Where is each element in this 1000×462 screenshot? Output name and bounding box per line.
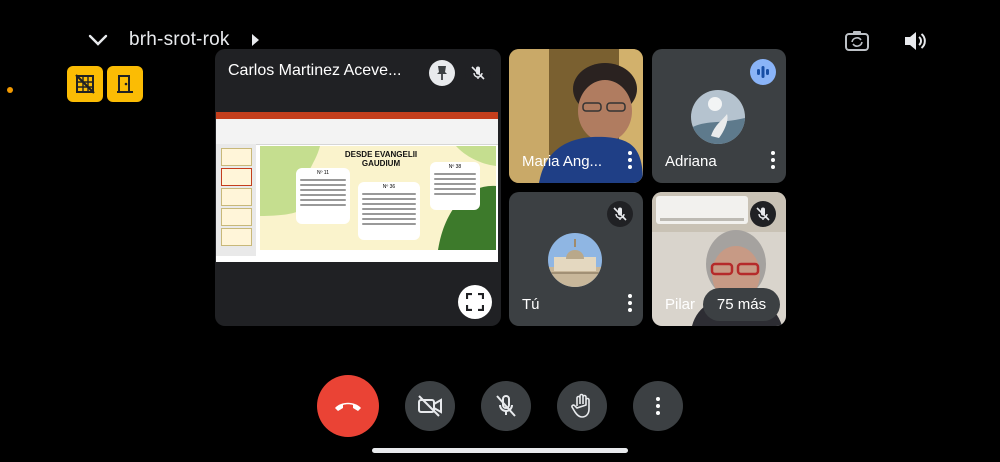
pin-button[interactable] xyxy=(429,60,455,86)
participant-name: Adriana xyxy=(665,153,717,170)
pilar-mic-off xyxy=(750,201,776,227)
door-icon xyxy=(117,75,133,93)
camera-toggle-button[interactable] xyxy=(405,381,455,431)
more-participants-button[interactable]: 75 más xyxy=(703,288,780,321)
leave-room-button[interactable] xyxy=(107,66,143,102)
slide-thumbnail xyxy=(221,168,252,186)
slide-title: DESDE EVANGELII GAUDIUM xyxy=(344,150,418,168)
mic-off-icon xyxy=(471,66,485,80)
slide-card-label: Nº 11 xyxy=(316,170,330,176)
slide-thumbnail xyxy=(221,208,252,226)
slide-card-label: Nº 36 xyxy=(382,184,396,190)
mic-off-icon xyxy=(756,207,770,221)
slide-card: Nº 36 xyxy=(358,182,420,240)
shared-screen: DESDE EVANGELII GAUDIUM Nº 11 Nº 36 Nº 3… xyxy=(216,112,498,262)
more-options-icon xyxy=(656,397,660,415)
pin-icon xyxy=(437,66,447,80)
slide-card-label: Nº 38 xyxy=(448,164,462,170)
raise-hand-icon xyxy=(571,393,590,418)
caret-right-icon[interactable] xyxy=(250,34,260,46)
fullscreen-icon xyxy=(466,293,484,311)
participant-name: Pilar xyxy=(665,296,696,313)
ppt-ribbon xyxy=(216,119,498,145)
more-options-icon[interactable] xyxy=(771,151,775,172)
more-options-icon[interactable] xyxy=(628,151,632,172)
mic-toggle-button[interactable] xyxy=(481,381,531,431)
raise-hand-button[interactable] xyxy=(557,381,607,431)
avatar xyxy=(691,90,745,144)
participant-name: Tú xyxy=(522,296,540,313)
presenter-name: Carlos Martinez Aceve... xyxy=(228,62,402,79)
avatar xyxy=(548,233,602,287)
meeting-code[interactable]: brh-srot-rok xyxy=(129,29,230,51)
ppt-slide-panel xyxy=(216,144,256,256)
mic-off-icon xyxy=(613,207,627,221)
grid-off-button[interactable] xyxy=(67,66,103,102)
end-call-icon xyxy=(335,402,361,411)
fullscreen-button[interactable] xyxy=(458,285,492,319)
home-indicator[interactable] xyxy=(372,448,628,453)
ppt-titlebar xyxy=(216,112,498,119)
end-call-button[interactable] xyxy=(317,375,379,437)
participant-name: Maria Ang... xyxy=(522,153,603,170)
mic-off-icon xyxy=(496,395,516,417)
speaking-badge xyxy=(750,59,776,85)
more-options-button[interactable] xyxy=(633,381,683,431)
slide-card: Nº 11 xyxy=(296,168,350,224)
slide-thumbnail xyxy=(221,228,252,246)
chevron-down-icon[interactable] xyxy=(86,28,110,52)
more-options-icon[interactable] xyxy=(628,294,632,315)
switch-camera-icon[interactable] xyxy=(844,28,870,54)
camera-off-icon xyxy=(418,395,442,417)
slide-thumbnail xyxy=(221,188,252,206)
slide-canvas: DESDE EVANGELII GAUDIUM Nº 11 Nº 36 Nº 3… xyxy=(260,146,496,250)
slide-card: Nº 38 xyxy=(430,162,480,210)
presenter-mic-off xyxy=(465,60,491,86)
you-mic-off xyxy=(607,201,633,227)
speaker-icon[interactable] xyxy=(902,28,928,54)
slide-thumbnail xyxy=(221,148,252,166)
grid-off-icon xyxy=(75,74,95,94)
audio-level-icon xyxy=(757,66,769,78)
status-dot xyxy=(7,87,13,93)
